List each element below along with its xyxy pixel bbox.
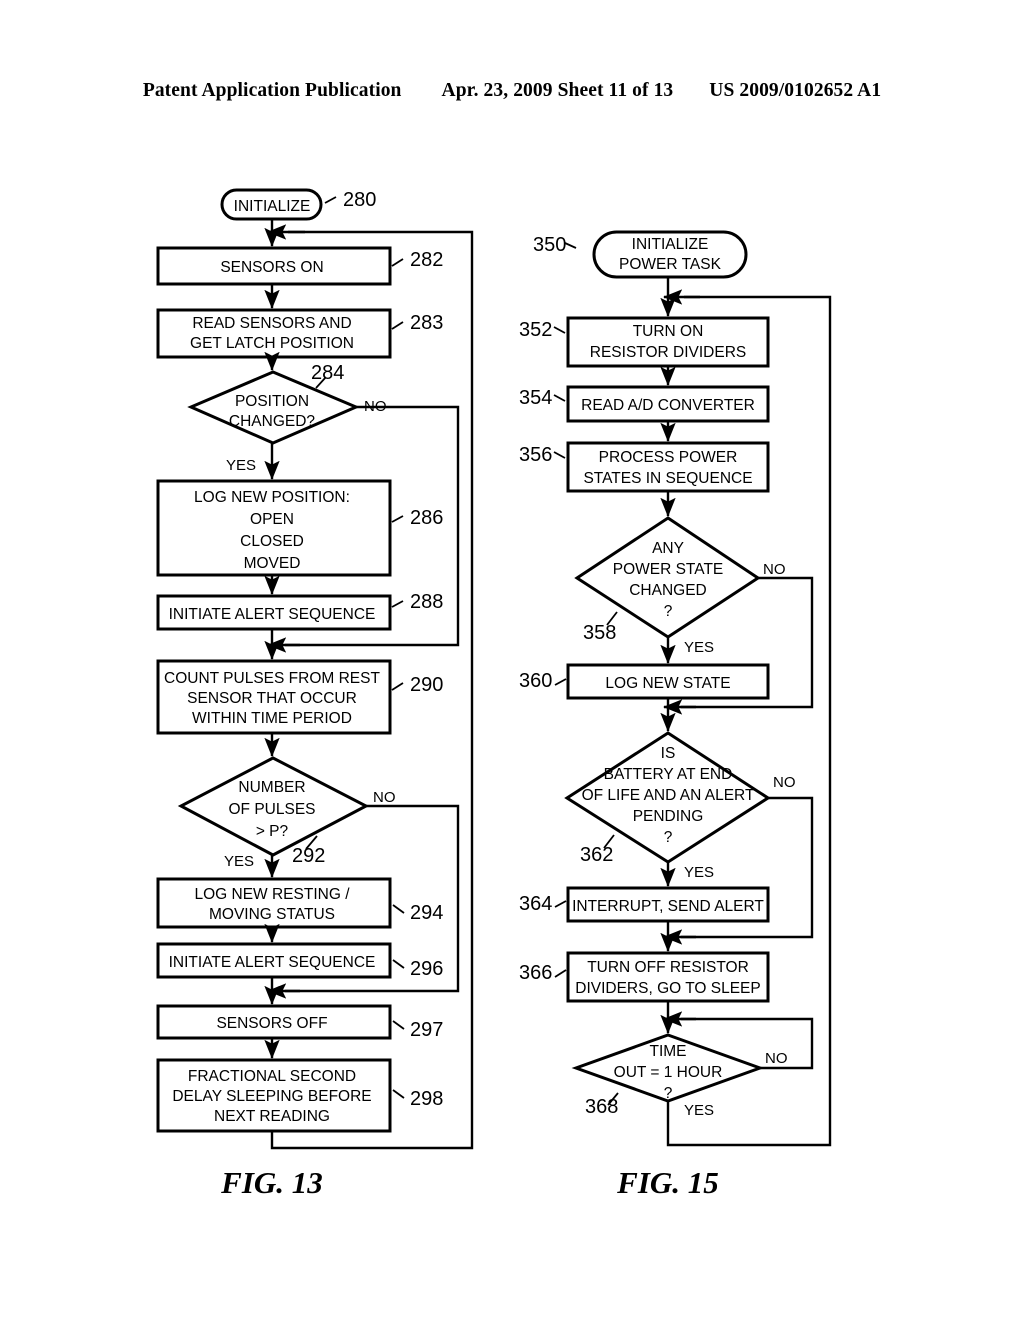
ref-364: 364 <box>519 893 552 915</box>
ref-362: 362 <box>580 844 613 866</box>
ref-360: 360 <box>519 670 552 692</box>
node-286-label-2: OPEN <box>250 511 294 528</box>
node-290-label-3: WITHIN TIME PERIOD <box>192 710 352 727</box>
node-292-yes-label: YES <box>224 853 254 870</box>
node-288-label: INITIATE ALERT SEQUENCE <box>169 606 376 623</box>
node-298-label-2: DELAY SLEEPING BEFORE <box>172 1088 371 1105</box>
ref-282: 282 <box>410 249 443 271</box>
node-360-label: LOG NEW STATE <box>605 675 730 692</box>
ref-288: 288 <box>410 591 443 613</box>
node-298-label-1: FRACTIONAL SECOND <box>188 1068 356 1085</box>
node-356-label-1: PROCESS POWER <box>599 449 738 466</box>
fig13-caption: FIG. 13 <box>220 1165 323 1200</box>
node-297-label: SENSORS OFF <box>216 1015 327 1032</box>
ref-298: 298 <box>410 1088 443 1110</box>
node-352-label-1: TURN ON <box>633 323 704 340</box>
node-356-label-2: STATES IN SEQUENCE <box>583 470 752 487</box>
node-294-label-1: LOG NEW RESTING / <box>194 886 350 903</box>
node-286-label-4: MOVED <box>244 555 301 572</box>
node-352-label-2: RESISTOR DIVIDERS <box>590 344 746 361</box>
node-362-label-1: IS <box>661 745 676 762</box>
node-350-label-2: POWER TASK <box>619 256 722 273</box>
ref-356: 356 <box>519 444 552 466</box>
ref-354: 354 <box>519 387 552 409</box>
ref-297: 297 <box>410 1019 443 1041</box>
node-362-label-4: PENDING <box>633 808 704 825</box>
node-283-label-2: GET LATCH POSITION <box>190 335 354 352</box>
node-284-no-label: NO <box>364 398 387 415</box>
ref-366: 366 <box>519 962 552 984</box>
fig15-caption: FIG. 15 <box>616 1165 719 1200</box>
node-284-yes-label: YES <box>226 457 256 474</box>
node-368-label-2: OUT = 1 HOUR <box>614 1064 723 1081</box>
node-364-label: INTERRUPT, SEND ALERT <box>572 898 764 915</box>
node-368-yes-label: YES <box>684 1102 714 1119</box>
node-284-label-2: CHANGED? <box>229 413 316 430</box>
node-286-label-3: CLOSED <box>240 533 304 550</box>
ref-296: 296 <box>410 958 443 980</box>
fig15-text: 350 INITIALIZE POWER TASK 352 TURN ON RE… <box>519 234 796 1200</box>
node-366-label-1: TURN OFF RESISTOR <box>587 959 749 976</box>
node-358-label-3: CHANGED <box>629 582 707 599</box>
node-362-label-2: BATTERY AT END <box>604 766 733 783</box>
ref-358: 358 <box>583 622 616 644</box>
node-358-label-4: ? <box>664 603 673 620</box>
node-368-label-1: TIME <box>649 1043 686 1060</box>
node-362-label-3: OF LIFE AND AN ALERT <box>582 787 755 804</box>
node-354-label: READ A/D CONVERTER <box>581 397 755 414</box>
node-362-label-5: ? <box>664 829 673 846</box>
node-358-label-2: POWER STATE <box>613 561 724 578</box>
node-294-label-2: MOVING STATUS <box>209 906 335 923</box>
node-362-no-label: NO <box>773 774 796 791</box>
ref-290: 290 <box>410 674 443 696</box>
flowcharts-drawing: INITIALIZE 280 SENSORS ON 282 READ SENSO… <box>156 188 832 1200</box>
ref-284: 284 <box>311 362 344 384</box>
node-368-label-3: ? <box>664 1085 673 1102</box>
node-292-no-label: NO <box>373 789 396 806</box>
node-280-label: INITIALIZE <box>234 198 311 215</box>
ref-294: 294 <box>410 902 443 924</box>
node-283-label-1: READ SENSORS AND <box>192 315 351 332</box>
ref-286: 286 <box>410 507 443 529</box>
node-358-label-1: ANY <box>652 540 684 557</box>
ref-368: 368 <box>585 1096 618 1118</box>
node-292-label-2: OF PULSES <box>229 801 316 818</box>
node-350-label-1: INITIALIZE <box>632 236 709 253</box>
node-298-label-3: NEXT READING <box>214 1108 330 1125</box>
node-290-label-2: SENSOR THAT OCCUR <box>187 690 357 707</box>
ref-280: 280 <box>343 189 376 211</box>
node-362-yes-label: YES <box>684 864 714 881</box>
node-368-no-label: NO <box>765 1050 788 1067</box>
node-284-label-1: POSITION <box>235 393 309 410</box>
node-290-label-1: COUNT PULSES FROM REST <box>164 670 380 687</box>
node-358-yes-label: YES <box>684 639 714 656</box>
fig13-text: INITIALIZE 280 SENSORS ON 282 READ SENSO… <box>164 189 443 1200</box>
ref-292: 292 <box>292 845 325 867</box>
node-366-label-2: DIVIDERS, GO TO SLEEP <box>575 980 761 997</box>
node-358-no-label: NO <box>763 561 786 578</box>
node-282-label: SENSORS ON <box>220 259 323 276</box>
ref-350: 350 <box>533 234 566 256</box>
ref-352: 352 <box>519 319 552 341</box>
node-292-label-1: NUMBER <box>238 779 305 796</box>
node-296-label: INITIATE ALERT SEQUENCE <box>169 954 376 971</box>
ref-283: 283 <box>410 312 443 334</box>
node-292-label-3: > P? <box>256 823 289 840</box>
patent-page: Patent Application Publication Apr. 23, … <box>0 0 1024 1320</box>
node-286-label-1: LOG NEW POSITION: <box>194 489 350 506</box>
